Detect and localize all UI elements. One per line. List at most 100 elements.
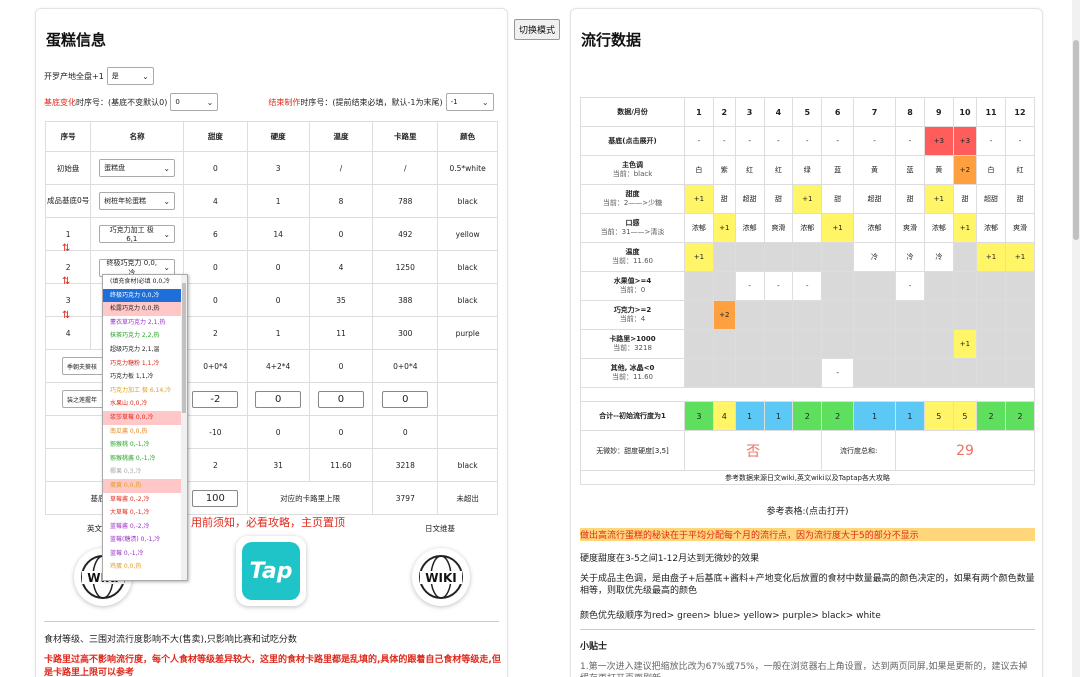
flow-row-title: 甜度 bbox=[625, 190, 640, 198]
ingredient-value: 巧克力加工 极 6,1 bbox=[109, 226, 154, 243]
table-row: 初始盘 蛋糕盘 ⌄ 0 3 / / 0.5*white bbox=[44, 151, 498, 185]
flow-cell: 红 bbox=[734, 155, 765, 185]
sweet-cell: 0 bbox=[182, 283, 248, 317]
flow-cell: 浓郁 bbox=[976, 213, 1006, 243]
dropdown-option[interactable]: 蓝莓 0,-1,冷 bbox=[103, 546, 187, 561]
empty-cell bbox=[437, 415, 498, 449]
dropdown-option[interactable]: 草莓酱 0,-2,冷 bbox=[103, 492, 187, 507]
season-val: 4+2*4 bbox=[246, 349, 310, 383]
flow-cell bbox=[852, 271, 897, 301]
dropdown-option[interactable]: 椰果 0,3,冷 bbox=[103, 465, 187, 479]
flow-cell: +2 bbox=[712, 300, 736, 330]
base-change-select[interactable]: 0 ⌄ bbox=[170, 93, 219, 111]
dropdown-option[interactable]: 浆莎草莓 0,0,冷 bbox=[103, 410, 187, 425]
dropdown-option[interactable]: 猕猴桃 0,-1,冷 bbox=[103, 438, 187, 452]
flow-cell bbox=[821, 242, 854, 272]
month-header: 9 bbox=[923, 97, 954, 127]
input-cell: 0 bbox=[246, 382, 310, 416]
flow-cell bbox=[763, 242, 794, 272]
jp-wiki-link[interactable]: WIKI bbox=[412, 548, 470, 606]
flow-cell bbox=[684, 271, 714, 301]
dropdown-option[interactable]: 抹茶巧克力 2,2,热 bbox=[103, 329, 187, 343]
dropdown-option[interactable]: 猕猴桃酱 0,-1,冷 bbox=[103, 451, 187, 466]
input-cell: 0 bbox=[372, 382, 439, 416]
dropdown-option[interactable]: 蓝莓(糖渍) 0,-1,冷 bbox=[103, 533, 187, 547]
guide-link[interactable]: 用前须知，必看攻略，主页置顶 bbox=[191, 514, 345, 530]
chevron-down-icon: ⌄ bbox=[163, 196, 171, 206]
divider bbox=[580, 629, 1035, 630]
flow-cell bbox=[976, 329, 1006, 359]
temp-adjust-input[interactable]: 0 bbox=[317, 390, 364, 408]
name-cell: 蛋糕盘 ⌄ bbox=[90, 151, 184, 185]
sweet-adjust-input[interactable]: -2 bbox=[192, 390, 239, 408]
base-change-value: 0 bbox=[175, 98, 180, 106]
end-value: -1 bbox=[450, 98, 458, 106]
temp-cell: / bbox=[308, 151, 374, 185]
dropdown-option[interactable]: 巧克力糖粉 1,1,冷 bbox=[103, 356, 187, 371]
flow-cell: +2 bbox=[952, 155, 978, 185]
hard-adjust-input[interactable]: 0 bbox=[255, 390, 302, 408]
name-cell: 树桩年轮蛋糕 ⌄ bbox=[90, 184, 184, 218]
toggle-mode-button[interactable]: 切换模式 bbox=[514, 19, 561, 40]
flow-row-label[interactable]: 基底(点击展开) bbox=[580, 126, 685, 156]
flow-cell: 浓郁 bbox=[734, 213, 765, 243]
dropdown-option[interactable]: 鸡蛋 0,0,热 bbox=[103, 560, 187, 575]
extra-val: 0 bbox=[246, 415, 310, 449]
level-input[interactable]: 100 bbox=[192, 489, 239, 507]
total-cell: 3 bbox=[684, 401, 714, 431]
swap-arrows-icon[interactable]: ⇅ bbox=[62, 311, 70, 321]
dropdown-scroll-thumb[interactable] bbox=[182, 283, 186, 413]
dropdown-option[interactable]: 巧克力加工 极 6,14,冷 bbox=[103, 383, 187, 398]
total-label: 合计--初始流行度为1 bbox=[580, 401, 685, 431]
total-cell: 1 bbox=[895, 401, 925, 431]
flow-cell: 绿 bbox=[792, 155, 823, 185]
end-label: 时序号：(提前结束必填，默认-1为末尾) bbox=[300, 97, 443, 107]
dropdown-option[interactable]: 巧克力板 1,1,冷 bbox=[103, 370, 187, 384]
flow-cell bbox=[852, 300, 897, 330]
flow-total-value: 29 bbox=[895, 430, 1035, 471]
flow-cell: +1 bbox=[684, 184, 714, 214]
scrollbar-thumb[interactable] bbox=[1073, 40, 1079, 240]
extra-val: -10 bbox=[182, 415, 248, 449]
dropdown-option[interactable]: 南瓜酱 0,0,热 bbox=[103, 424, 187, 439]
sweet-cell: 0 bbox=[182, 250, 248, 284]
taptap-link[interactable]: Tap bbox=[236, 536, 306, 606]
reference-table-link[interactable]: 参考表格:(点击打开) bbox=[571, 504, 1042, 517]
flow-row-label: 甜度 当前：2——>少糖 bbox=[580, 184, 685, 214]
ingredient-select[interactable]: 巧克力加工 极 6,1 ⌄ bbox=[99, 225, 176, 243]
dropdown-option[interactable]: 蛋黄 0,0,热 bbox=[103, 478, 187, 493]
dropdown-option[interactable]: 水果山 0,0,冷 bbox=[103, 397, 187, 411]
flow-cell: - bbox=[976, 126, 1006, 156]
hard-cell: 0 bbox=[246, 250, 310, 284]
flow-cell bbox=[734, 329, 765, 359]
dropdown-option[interactable]: 松露巧克力 0,0,热 bbox=[103, 302, 187, 316]
flow-cell: 甜 bbox=[895, 184, 925, 214]
flow-cell bbox=[923, 300, 954, 330]
flow-cell bbox=[792, 329, 823, 359]
dropdown-option[interactable]: (填充食材)必填 0,0,冷 bbox=[103, 275, 187, 289]
swap-arrows-icon[interactable]: ⇅ bbox=[62, 277, 70, 287]
dropdown-option[interactable]: 蓝莓酱 0,-2,冷 bbox=[103, 519, 187, 534]
dress-value: 装之莲握年 bbox=[67, 396, 98, 404]
page-scrollbar[interactable] bbox=[1072, 0, 1080, 677]
flow-cell bbox=[923, 271, 954, 301]
swap-arrows-icon[interactable]: ⇅ bbox=[62, 244, 70, 254]
flow-row-title: 卡路里>1000 bbox=[609, 335, 656, 343]
cal-adjust-input[interactable]: 0 bbox=[382, 390, 429, 408]
ingredient-dropdown[interactable]: (填充食材)必填 0,0,冷 终极巧克力 0,0,冷 松露巧克力 0,0,热 薰衣草巧… bbox=[102, 274, 188, 581]
ingredient-select[interactable]: 蛋糕盘 ⌄ bbox=[99, 159, 176, 177]
month-header: 11 bbox=[976, 97, 1006, 127]
dropdown-option[interactable]: 大草莓 0,-1,冷 bbox=[103, 506, 187, 520]
dropdown-option[interactable]: 薰衣草巧克力 2,1,热 bbox=[103, 315, 187, 330]
sweet-cell: 2 bbox=[182, 316, 248, 350]
ingredient-select[interactable]: 树桩年轮蛋糕 ⌄ bbox=[99, 192, 176, 210]
spacer-cell bbox=[580, 387, 1035, 402]
hard-cell: 1 bbox=[246, 184, 310, 218]
dropdown-option[interactable]: 终极巧克力 0,0,冷 bbox=[103, 288, 187, 303]
end-select[interactable]: -1 ⌄ bbox=[445, 93, 494, 111]
all-plate-select[interactable]: 是 ⌄ bbox=[106, 67, 154, 85]
flow-cell: 冷 bbox=[895, 242, 925, 272]
dropdown-option[interactable]: 超级巧克力 2,1,温 bbox=[103, 342, 187, 357]
cal-limit-label: 对应的卡路里上限 bbox=[246, 481, 374, 515]
flow-cell: 甜 bbox=[712, 184, 736, 214]
